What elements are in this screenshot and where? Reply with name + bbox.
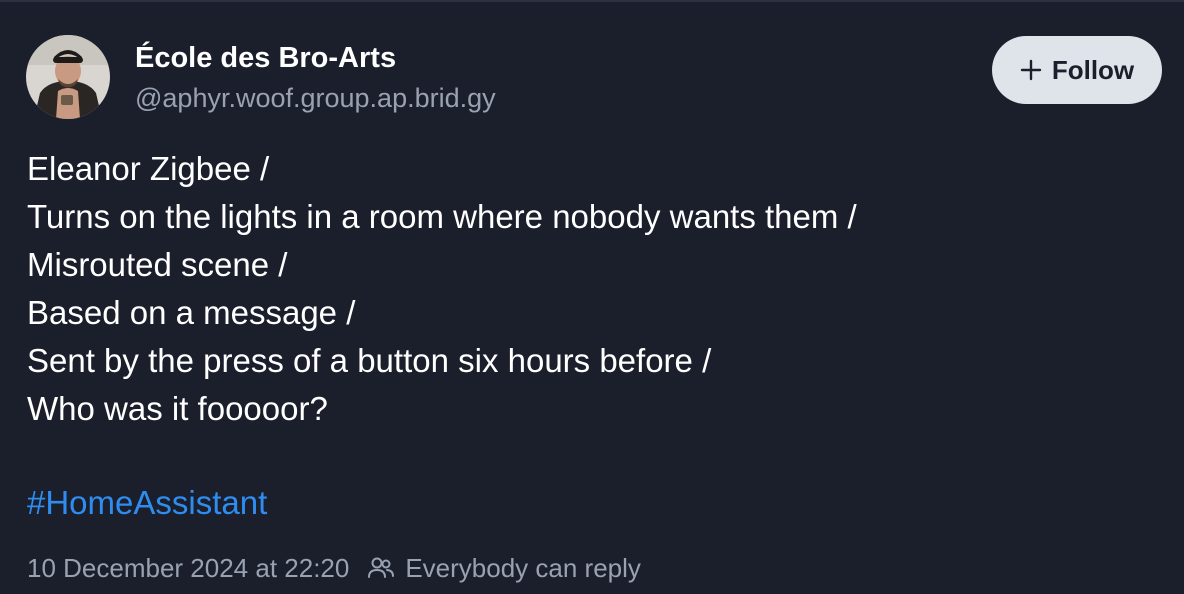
post-line: Turns on the lights in a room where nobo…: [27, 198, 857, 235]
avatar-photo: [26, 35, 110, 119]
post-meta: 10 December 2024 at 22:20 Everybody can …: [27, 548, 641, 588]
post-line: Based on a message /: [27, 294, 356, 331]
plus-icon: [1020, 59, 1042, 81]
post-line: Sent by the press of a button six hours …: [27, 342, 712, 379]
post-line: Eleanor Zigbee /: [27, 150, 270, 187]
author-handle[interactable]: @aphyr.woof.group.ap.brid.gy: [135, 83, 496, 114]
post-line: Who was it fooooor?: [27, 390, 328, 427]
post-card: École des Bro-Arts @aphyr.woof.group.ap.…: [0, 0, 1184, 594]
post-text: Eleanor Zigbee / Turns on the lights in …: [27, 145, 1147, 433]
follow-button-label: Follow: [1051, 54, 1135, 85]
post-line: Misrouted scene /: [27, 246, 288, 283]
people-icon: [367, 556, 395, 580]
post-timestamp[interactable]: 10 December 2024 at 22:20: [27, 553, 349, 584]
reply-setting: Everybody can reply: [405, 552, 641, 583]
hashtag-link[interactable]: #HomeAssistant: [27, 479, 267, 527]
author-avatar[interactable]: [26, 35, 110, 119]
author-display-name[interactable]: École des Bro-Arts: [135, 42, 396, 75]
follow-button[interactable]: Follow: [992, 36, 1162, 104]
